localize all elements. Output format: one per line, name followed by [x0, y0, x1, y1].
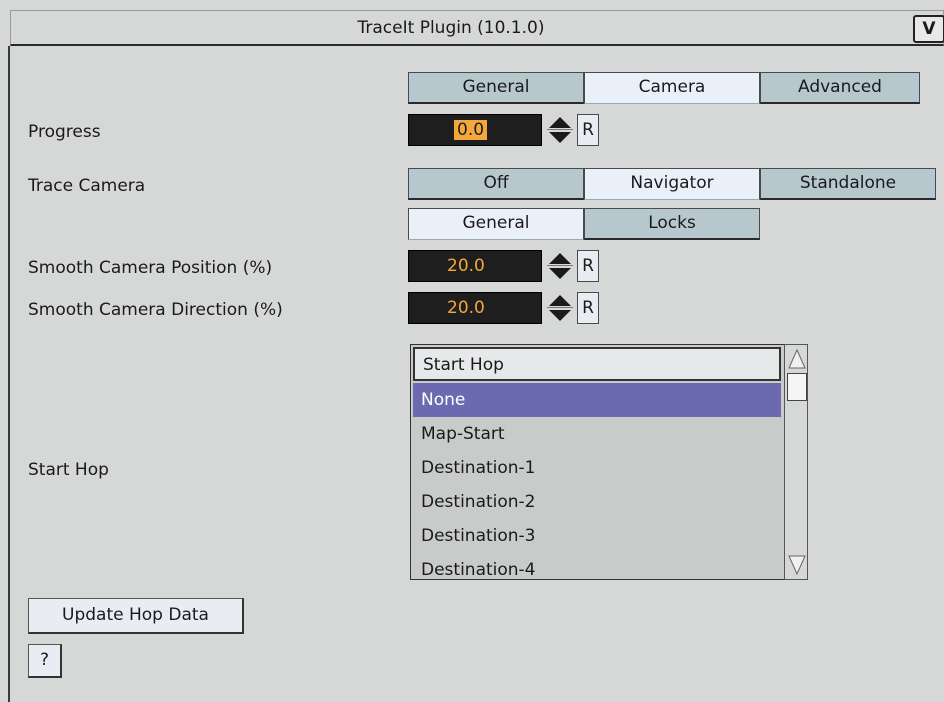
subtab-general[interactable]: General — [408, 208, 584, 240]
smooth-direction-input[interactable]: 20.0 — [408, 292, 542, 324]
tab-advanced[interactable]: Advanced — [760, 72, 920, 104]
scroll-down-icon[interactable] — [787, 553, 807, 577]
scroll-thumb[interactable] — [787, 373, 807, 401]
stepper-divider — [547, 265, 573, 266]
arrow-up-icon — [549, 295, 571, 306]
help-button[interactable]: ? — [28, 644, 62, 678]
start-hop-list[interactable]: Start Hop None Map-Start Destination-1 D… — [410, 344, 808, 580]
progress-value: 0.0 — [454, 120, 488, 140]
window-title: TraceIt Plugin (10.1.0) — [357, 18, 545, 38]
smooth-direction-label: Smooth Camera Direction (%) — [28, 300, 283, 320]
plugin-window: TraceIt Plugin (10.1.0) V General Camera… — [0, 0, 944, 702]
list-item[interactable]: Map-Start — [413, 417, 781, 451]
arrow-up-icon — [549, 253, 571, 264]
smooth-position-stepper[interactable] — [543, 250, 577, 282]
stepper-divider — [547, 307, 573, 308]
title-bar: TraceIt Plugin (10.1.0) V — [10, 10, 944, 46]
arrow-down-icon — [549, 132, 571, 143]
stepper-divider — [547, 129, 573, 130]
trace-camera-label: Trace Camera — [28, 176, 146, 196]
smooth-direction-value: 20.0 — [447, 298, 485, 318]
progress-stepper[interactable] — [543, 114, 577, 146]
progress-label: Progress — [28, 122, 101, 142]
list-item[interactable]: Destination-2 — [413, 485, 781, 519]
tab-general[interactable]: General — [408, 72, 584, 104]
progress-input[interactable]: 0.0 — [408, 114, 542, 146]
scroll-up-icon[interactable] — [787, 347, 807, 371]
tab-camera[interactable]: Camera — [584, 72, 760, 104]
list-item[interactable]: Destination-4 — [413, 553, 781, 579]
start-hop-label: Start Hop — [28, 460, 109, 480]
arrow-down-icon — [549, 268, 571, 279]
list-item[interactable]: Destination-1 — [413, 451, 781, 485]
plugin-content: General Camera Advanced Progress 0.0 R T… — [10, 48, 944, 702]
start-hop-scrollbar[interactable] — [784, 344, 808, 580]
smooth-direction-stepper[interactable] — [543, 292, 577, 324]
trace-camera-off[interactable]: Off — [408, 168, 584, 200]
list-item[interactable]: Destination-3 — [413, 519, 781, 553]
smooth-position-label: Smooth Camera Position (%) — [28, 258, 273, 278]
arrow-up-icon — [549, 117, 571, 128]
smooth-position-value: 20.0 — [447, 256, 485, 276]
trace-camera-navigator[interactable]: Navigator — [584, 168, 760, 200]
start-hop-list-header[interactable]: Start Hop — [413, 347, 781, 381]
plugin-logo-icon[interactable]: V — [913, 15, 944, 43]
update-hop-data-button[interactable]: Update Hop Data — [28, 598, 244, 634]
smooth-direction-reset-button[interactable]: R — [577, 292, 599, 324]
list-item[interactable]: None — [413, 383, 781, 417]
smooth-position-reset-button[interactable]: R — [577, 250, 599, 282]
arrow-down-icon — [549, 310, 571, 321]
progress-reset-button[interactable]: R — [577, 114, 599, 146]
trace-camera-standalone[interactable]: Standalone — [760, 168, 936, 200]
subtab-locks[interactable]: Locks — [584, 208, 760, 240]
smooth-position-input[interactable]: 20.0 — [408, 250, 542, 282]
